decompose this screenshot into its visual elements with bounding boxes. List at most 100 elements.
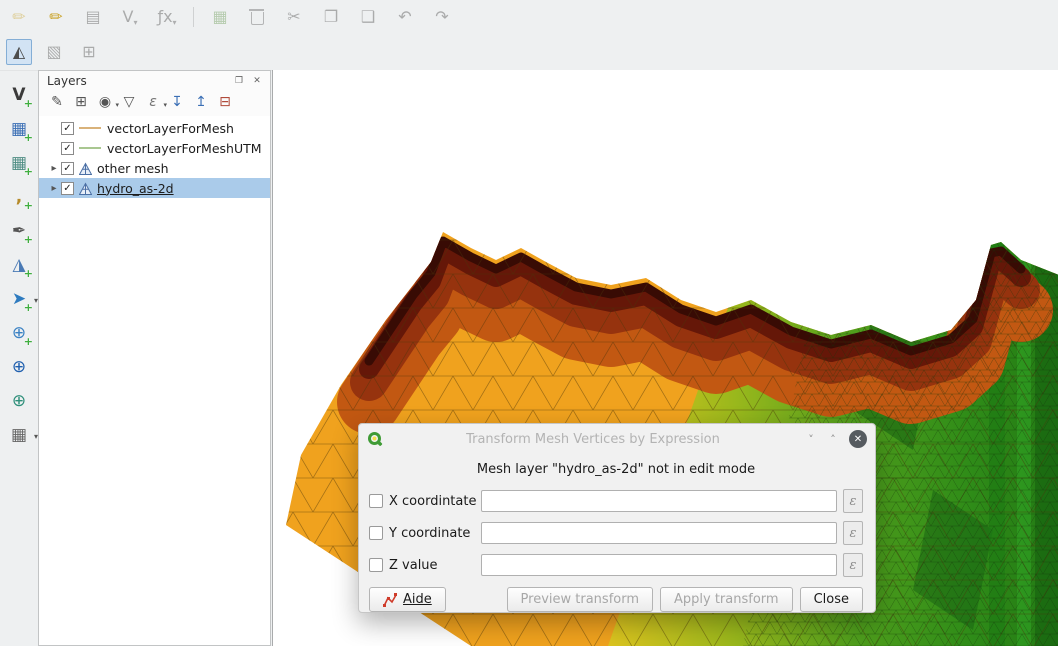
layer-row-other-mesh[interactable]: ▸ ✓ other mesh bbox=[39, 158, 270, 178]
add-delimited-text-layer-icon[interactable]: ,+ bbox=[6, 184, 32, 210]
close-button[interactable]: Close bbox=[800, 587, 863, 612]
layer-visibility-checkbox[interactable]: ✓ bbox=[61, 182, 74, 195]
collapse-all-icon[interactable]: ↥ bbox=[191, 92, 211, 112]
filter-by-expression-icon[interactable]: ε▾ bbox=[143, 92, 163, 112]
add-wms-layer-icon[interactable]: ⊕+ bbox=[6, 320, 32, 346]
virtual-grid-glyph: ▦ bbox=[11, 427, 27, 444]
z-value-input[interactable] bbox=[481, 554, 837, 576]
save-layer-edits-icon[interactable]: ▤ bbox=[80, 4, 106, 30]
plus-badge: + bbox=[24, 233, 33, 246]
layers-panel-header: Layers ❐ ✕ bbox=[39, 71, 270, 89]
z-value-row: Z value ε bbox=[369, 553, 863, 577]
undo-icon[interactable]: ↶ bbox=[392, 4, 418, 30]
chevron-up-icon[interactable]: ˄ bbox=[825, 433, 841, 446]
layer-label: vectorLayerForMesh bbox=[107, 121, 234, 136]
add-wfs-layer-icon[interactable]: ⊕ bbox=[6, 354, 32, 380]
dropdown-caret-icon: ▾ bbox=[133, 18, 137, 29]
line-symbol bbox=[79, 147, 101, 149]
apply-transform-button[interactable]: Apply transform bbox=[660, 587, 793, 612]
vertex-tool-icon[interactable]: V▾ bbox=[117, 4, 143, 30]
current-edits-icon[interactable]: ✏ bbox=[6, 4, 32, 30]
toggle-editing-icon[interactable]: ✏ bbox=[43, 4, 69, 30]
x-coordinate-input[interactable] bbox=[481, 490, 837, 512]
modify-attributes-icon[interactable]: ▦ bbox=[207, 4, 233, 30]
z-expression-button[interactable]: ε bbox=[843, 553, 863, 577]
expander-arrow-icon[interactable]: ▸ bbox=[47, 183, 61, 194]
layer-visibility-checkbox[interactable]: ✓ bbox=[61, 162, 74, 175]
add-arcgis-layer-icon[interactable]: ➤+▾ bbox=[6, 286, 32, 312]
toolbar-separator bbox=[193, 7, 194, 27]
comma-glyph: , bbox=[16, 189, 22, 206]
preview-transform-button[interactable]: Preview transform bbox=[507, 587, 653, 612]
remove-layer-icon[interactable]: ⊟ bbox=[215, 92, 235, 112]
pencil-glyph: ✏ bbox=[49, 9, 62, 25]
x-coordinate-checkbox[interactable] bbox=[369, 494, 383, 508]
chevron-down-icon[interactable]: ˅ bbox=[803, 433, 819, 446]
layer-row-vectorLayerForMesh[interactable]: ✓ vectorLayerForMesh bbox=[39, 118, 270, 138]
add-spatialite-layer-icon[interactable]: ✒+ bbox=[6, 218, 32, 244]
y-coordinate-label: Y coordinate bbox=[389, 526, 481, 541]
add-virtual-layer-icon[interactable]: ▦▾ bbox=[6, 422, 32, 448]
dropdown-caret-icon: ▾ bbox=[173, 18, 177, 29]
trash-glyph bbox=[251, 12, 264, 25]
add-raster-layer-icon[interactable]: ▦+ bbox=[6, 116, 32, 142]
select-mesh-elements-icon[interactable]: ▧ bbox=[41, 39, 67, 65]
redo-arrow-glyph: ↷ bbox=[435, 9, 448, 25]
open-layer-styling-icon[interactable]: ✎ bbox=[47, 92, 67, 112]
z-value-checkbox[interactable] bbox=[369, 558, 383, 572]
expand-all-icon[interactable]: ↧ bbox=[167, 92, 187, 112]
close-panel-icon[interactable]: ✕ bbox=[250, 74, 264, 88]
plus-badge: + bbox=[24, 165, 33, 178]
y-expression-button[interactable]: ε bbox=[843, 521, 863, 545]
pencil-glyph: ✏ bbox=[12, 9, 25, 25]
filter-legend-icon[interactable]: ▽ bbox=[119, 92, 139, 112]
layer-row-hydro-as-2d[interactable]: ▸ ✓ hydro_as-2d bbox=[39, 178, 270, 198]
y-coordinate-input[interactable] bbox=[481, 522, 837, 544]
mesh-help-icon bbox=[383, 593, 397, 607]
redo-icon[interactable]: ↷ bbox=[429, 4, 455, 30]
add-wcs-layer-icon[interactable]: ⊕ bbox=[6, 388, 32, 414]
manage-map-themes-icon[interactable]: ◉▾ bbox=[95, 92, 115, 112]
map-canvas[interactable]: Transform Mesh Vertices by Expression ˅ … bbox=[272, 70, 1058, 646]
dialog-titlebar[interactable]: Transform Mesh Vertices by Expression ˅ … bbox=[359, 424, 875, 454]
collapse-glyph: ↥ bbox=[195, 94, 207, 110]
x-expression-button[interactable]: ε bbox=[843, 489, 863, 513]
layers-tree: ✓ vectorLayerForMesh ✓ vectorLayerForMes… bbox=[39, 116, 270, 645]
mesh-layer-icon bbox=[79, 162, 92, 175]
layer-label: vectorLayerForMeshUTM bbox=[107, 141, 262, 156]
delete-selected-icon[interactable] bbox=[244, 4, 270, 30]
help-button[interactable]: Aide bbox=[369, 587, 446, 612]
paste-features-icon[interactable]: ❑ bbox=[355, 4, 381, 30]
manage-layers-toolbar: V+ ▦+ ▦+ ,+ ✒+ ◮+ ➤+▾ ⊕+ ⊕ ⊕ ▦▾ bbox=[0, 70, 38, 646]
undo-arrow-glyph: ↶ bbox=[398, 9, 411, 25]
digitize-with-expression-icon[interactable]: ƒx▾ bbox=[154, 4, 180, 30]
float-panel-icon[interactable]: ❐ bbox=[232, 74, 246, 88]
layer-visibility-checkbox[interactable]: ✓ bbox=[61, 142, 74, 155]
line-symbol bbox=[79, 127, 101, 129]
plus-badge: + bbox=[24, 97, 33, 110]
add-mesh-layer-icon[interactable]: ▦+ bbox=[6, 150, 32, 176]
copy-features-icon[interactable]: ❐ bbox=[318, 4, 344, 30]
plus-badge: + bbox=[24, 199, 33, 212]
dialog-close-icon[interactable]: ✕ bbox=[849, 430, 867, 448]
mesh-digitizing-toolbar: ◭ ▧ ⊞ bbox=[0, 34, 1058, 71]
mesh-select-glyph: ▧ bbox=[46, 44, 61, 60]
add-point-cloud-layer-icon[interactable]: ◮+ bbox=[6, 252, 32, 278]
scissors-glyph: ✂ bbox=[287, 9, 300, 25]
cut-features-icon[interactable]: ✂ bbox=[281, 4, 307, 30]
brush-glyph: ✎ bbox=[51, 94, 63, 110]
expander-arrow-icon[interactable]: ▸ bbox=[47, 163, 61, 174]
add-group-icon[interactable]: ⊞ bbox=[71, 92, 91, 112]
expand-glyph: ↧ bbox=[171, 94, 183, 110]
dialog-title: Transform Mesh Vertices by Expression bbox=[389, 432, 797, 447]
copy-glyph: ❐ bbox=[324, 9, 338, 25]
digitize-mesh-elements-icon[interactable]: ◭ bbox=[6, 39, 32, 65]
layer-visibility-checkbox[interactable]: ✓ bbox=[61, 122, 74, 135]
layer-label: other mesh bbox=[97, 161, 169, 176]
layer-row-vectorLayerForMeshUTM[interactable]: ✓ vectorLayerForMeshUTM bbox=[39, 138, 270, 158]
transform-mesh-vertices-icon[interactable]: ⊞ bbox=[76, 39, 102, 65]
vertex-glyph: V bbox=[123, 9, 134, 25]
y-coordinate-checkbox[interactable] bbox=[369, 526, 383, 540]
plus-badge: + bbox=[24, 335, 33, 348]
add-vector-layer-icon[interactable]: V+ bbox=[6, 82, 32, 108]
